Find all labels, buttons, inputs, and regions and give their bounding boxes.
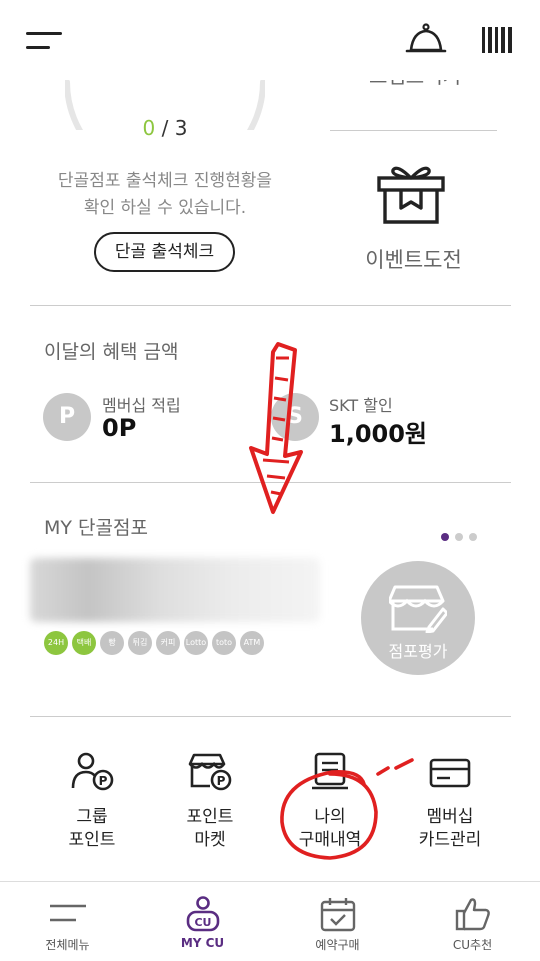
nav-my-cu[interactable]: CU MY CU (135, 896, 270, 950)
svg-text:CU: CU (194, 916, 211, 929)
skt-discount-label: SKT 할인 (329, 396, 393, 415)
my-store-title: MY 단골점포 (44, 517, 148, 539)
page-dot[interactable] (441, 533, 449, 541)
receipt-icon (312, 752, 348, 790)
purchase-history-button[interactable]: 나의 구매내역 (270, 752, 390, 852)
section-divider (30, 716, 511, 717)
page-dot[interactable] (455, 533, 463, 541)
badge-coffee: 커피 (156, 631, 180, 655)
bottom-navigation: 전체메뉴 CU MY CU 예약구매 CU추천 (0, 881, 540, 961)
app-header (0, 0, 540, 80)
nav-all-menu-label: 전체메뉴 (45, 938, 90, 952)
point-market-button[interactable]: P 포인트 마켓 (150, 752, 270, 852)
gift-icon[interactable] (375, 162, 447, 226)
nav-reservation-label: 예약구매 (315, 938, 360, 952)
progress-total: 3 (174, 116, 188, 140)
card-icon (429, 758, 471, 788)
badge-24h: 24H (44, 631, 68, 655)
my-cu-icon: CU (186, 896, 219, 932)
group-point-label: 그룹 포인트 (68, 807, 116, 850)
checkin-description: 단골점포 출석체크 진행현황을 확인 하실 수 있습니다. (0, 168, 330, 222)
group-point-button[interactable]: P 그룹 포인트 (32, 752, 152, 852)
barcode-icon[interactable] (482, 27, 512, 53)
skt-icon: S (271, 393, 319, 441)
group-point-icon: P (71, 752, 114, 791)
calendar-icon (320, 898, 355, 932)
menu-icon (49, 904, 86, 922)
divider (330, 130, 497, 131)
badge-lotto: Lotto (184, 631, 208, 655)
badge-bread: 빵 (100, 631, 124, 655)
store-review-button[interactable]: 점포평가 (361, 561, 475, 675)
hamburger-icon[interactable] (26, 30, 62, 52)
point-icon: P (43, 393, 91, 441)
progress-separator: / (155, 116, 175, 140)
membership-card-label: 멤버십 카드관리 (418, 807, 482, 850)
nav-reservation[interactable]: 예약구매 (270, 896, 405, 953)
checkin-desc-line2: 확인 하실 수 있습니다. (83, 198, 247, 218)
point-market-label: 포인트 마켓 (186, 807, 234, 850)
badge-atm: ATM (240, 631, 264, 655)
point-market-icon: P (188, 753, 232, 791)
progress-current: 0 (142, 116, 156, 140)
nav-cu-recommend[interactable]: CU추천 (405, 896, 540, 953)
store-service-badges: 24H 택배 빵 튀김 커피 Lotto toto ATM (44, 631, 264, 655)
event-challenge-label[interactable]: 이벤트도전 (330, 244, 497, 274)
badge-delivery: 택배 (72, 631, 96, 655)
checkin-progress-count: 0 / 3 (0, 116, 330, 140)
svg-text:P: P (99, 774, 108, 788)
badge-fried: 튀김 (128, 631, 152, 655)
badge-toto: toto (212, 631, 236, 655)
page-indicator (441, 526, 483, 545)
nav-all-menu[interactable]: 전체메뉴 (0, 896, 135, 953)
store-review-label: 점포평가 (388, 642, 448, 661)
thumbs-up-icon (455, 898, 490, 931)
nav-cu-recommend-label: CU추천 (452, 938, 493, 952)
section-divider (30, 305, 511, 306)
bell-icon[interactable] (405, 22, 447, 58)
page-dot[interactable] (469, 533, 477, 541)
store-review-icon (389, 585, 447, 633)
checkin-button[interactable]: 단골 출석체크 (94, 232, 235, 272)
store-name-blurred (30, 558, 320, 622)
benefits-title: 이달의 혜택 금액 (44, 341, 179, 363)
membership-accrual-value: 0P (102, 414, 137, 442)
section-divider (30, 482, 511, 483)
membership-accrual-label: 멤버십 적립 (102, 396, 181, 415)
nav-my-cu-label: MY CU (180, 936, 225, 950)
svg-text:P: P (217, 774, 226, 788)
skt-discount-value: 1,000원 (329, 420, 427, 448)
purchase-history-label: 나의 구매내역 (298, 807, 362, 850)
membership-card-button[interactable]: 멤버십 카드관리 (390, 752, 510, 852)
checkin-desc-line1: 단골점포 출석체크 진행현황을 (57, 171, 273, 191)
